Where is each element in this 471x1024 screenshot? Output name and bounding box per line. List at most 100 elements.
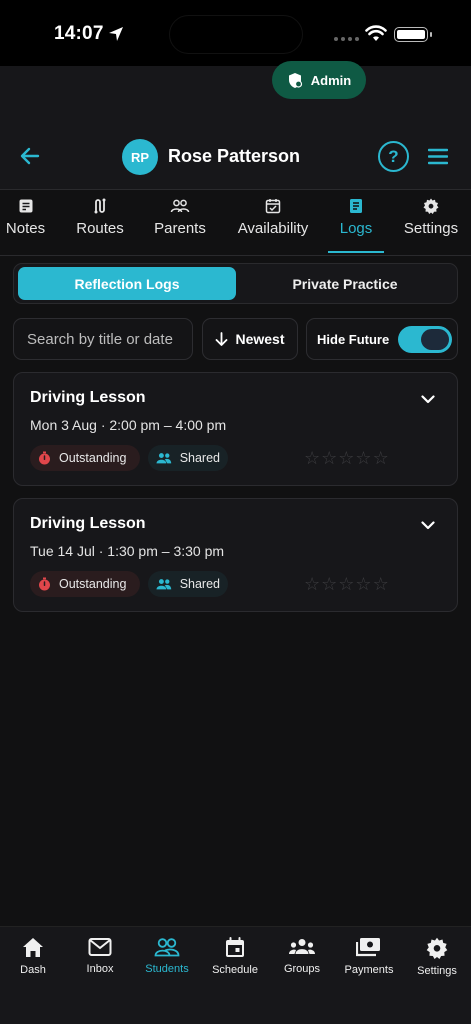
calendar-check-icon (265, 199, 281, 214)
tab-parents[interactable]: Parents (152, 198, 208, 254)
star-icon[interactable]: ☆ (338, 449, 354, 467)
gear-icon (423, 198, 439, 214)
people-icon (156, 453, 172, 464)
hide-future-toggle[interactable] (398, 326, 452, 353)
star-rating[interactable]: ☆ ☆ ☆ ☆ ☆ (304, 575, 389, 593)
nav-groups[interactable]: Groups (269, 937, 335, 975)
nav-groups-label: Groups (283, 963, 321, 975)
segment-private-practice[interactable]: Private Practice (236, 267, 454, 300)
nav-settings-label: Settings (417, 965, 457, 977)
log-title: Driving Lesson (30, 515, 146, 532)
status-badge-outstanding: Outstanding (30, 445, 140, 471)
student-avatar[interactable]: RP (122, 139, 158, 175)
star-icon[interactable]: ☆ (355, 449, 371, 467)
status-time: 14:07 (54, 23, 104, 44)
dynamic-island (169, 15, 303, 54)
hide-future-filter: Hide Future (306, 318, 458, 360)
log-datetime: Tue 14 Jul · 1:30 pm – 3:30 pm (30, 543, 225, 559)
notes-icon (19, 199, 32, 213)
search-input[interactable]: Search by title or date (13, 318, 193, 360)
tab-routes[interactable]: Routes (74, 198, 126, 254)
logs-segmented-control: Reflection Logs Private Practice (13, 263, 458, 304)
star-icon[interactable]: ☆ (321, 449, 337, 467)
toggle-knob (421, 329, 449, 350)
sort-label: Newest (235, 331, 285, 347)
tab-logs-label: Logs (339, 220, 373, 237)
log-datetime: Mon 3 Aug · 2:00 pm – 4:00 pm (30, 417, 227, 433)
status-badge-outstanding: Outstanding (30, 571, 140, 597)
stopwatch-icon (39, 451, 50, 465)
people-icon (156, 579, 172, 590)
document-icon (350, 199, 362, 213)
chevron-down-icon[interactable] (421, 521, 435, 530)
nav-students-label: Students (145, 963, 189, 975)
status-label: Outstanding (59, 451, 127, 465)
tab-notes[interactable]: Notes (3, 198, 48, 254)
header-divider (0, 189, 471, 190)
route-icon (94, 198, 106, 214)
tab-parents-label: Parents (154, 220, 206, 237)
student-header: RP Rose Patterson ? (0, 130, 471, 184)
log-title: Driving Lesson (30, 389, 146, 406)
shared-badge: Shared (148, 445, 228, 471)
status-label: Outstanding (59, 577, 127, 591)
bottom-navigation: Dash Inbox Students Schedule Groups Paym… (0, 926, 471, 1024)
log-card[interactable]: Driving Lesson Mon 3 Aug · 2:00 pm – 4:0… (13, 372, 458, 486)
chevron-down-icon[interactable] (421, 395, 435, 404)
cellular-signal-icon (334, 37, 359, 41)
star-icon[interactable]: ☆ (338, 575, 354, 593)
tab-logs[interactable]: Logs (328, 198, 384, 254)
admin-label: Admin (310, 72, 352, 88)
tab-notes-label: Notes (5, 220, 46, 237)
star-icon[interactable]: ☆ (373, 449, 389, 467)
active-tab-indicator (328, 251, 384, 253)
stopwatch-icon (39, 577, 50, 591)
star-icon[interactable]: ☆ (304, 449, 320, 467)
tab-settings-label: Settings (403, 220, 459, 237)
arrow-down-icon (216, 332, 228, 346)
nav-schedule[interactable]: Schedule (202, 937, 268, 976)
students-icon (154, 938, 180, 957)
nav-inbox-label: Inbox (86, 963, 114, 975)
gear-icon (426, 937, 448, 959)
star-icon[interactable]: ☆ (304, 575, 320, 593)
location-arrow-icon (109, 27, 123, 41)
tab-availability-label: Availability (237, 220, 309, 237)
battery-icon (394, 27, 432, 42)
student-tabs: Notes Routes Parents Availability Logs S… (0, 198, 471, 254)
mail-icon (88, 938, 112, 956)
help-button[interactable]: ? (378, 141, 409, 172)
star-icon[interactable]: ☆ (373, 575, 389, 593)
sharing-label: Shared (179, 577, 220, 591)
shared-badge: Shared (148, 571, 228, 597)
tab-availability[interactable]: Availability (234, 198, 312, 254)
tab-routes-label: Routes (76, 220, 124, 237)
shield-icon (288, 72, 302, 88)
nav-settings[interactable]: Settings (404, 937, 470, 977)
status-bar: 14:07 (0, 0, 471, 66)
admin-role-pill[interactable]: Admin (272, 61, 366, 99)
calendar-icon (226, 937, 244, 957)
star-rating[interactable]: ☆ ☆ ☆ ☆ ☆ (304, 449, 389, 467)
segment-reflection-logs[interactable]: Reflection Logs (18, 267, 236, 300)
home-icon (23, 938, 43, 957)
nav-payments-label: Payments (344, 964, 394, 976)
hamburger-menu-icon[interactable] (428, 148, 448, 165)
back-arrow-icon[interactable] (18, 144, 42, 168)
student-name: Rose Patterson (168, 146, 301, 166)
nav-students[interactable]: Students (134, 937, 200, 975)
parents-icon (170, 199, 190, 213)
sort-button[interactable]: Newest (202, 318, 298, 360)
hide-future-label: Hide Future (317, 331, 390, 347)
nav-inbox[interactable]: Inbox (67, 937, 133, 975)
star-icon[interactable]: ☆ (355, 575, 371, 593)
tab-settings[interactable]: Settings (401, 198, 461, 254)
nav-dash[interactable]: Dash (0, 937, 66, 976)
groups-icon (289, 939, 315, 954)
nav-dash-label: Dash (20, 964, 46, 976)
log-card[interactable]: Driving Lesson Tue 14 Jul · 1:30 pm – 3:… (13, 498, 458, 612)
nav-payments[interactable]: Payments (336, 937, 402, 976)
star-icon[interactable]: ☆ (321, 575, 337, 593)
payments-icon (356, 938, 380, 957)
sharing-label: Shared (179, 451, 220, 465)
